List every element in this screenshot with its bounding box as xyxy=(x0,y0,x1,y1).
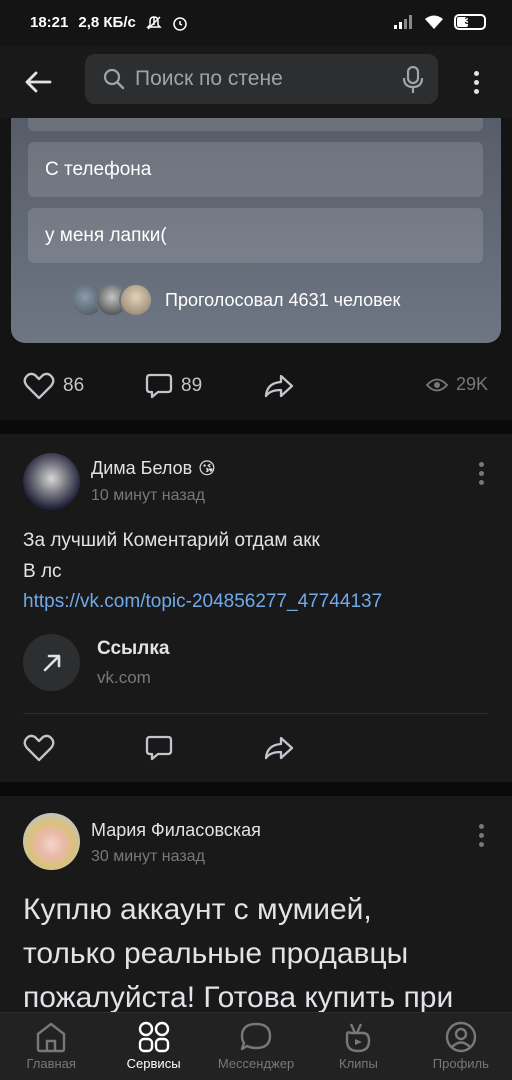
author-avatar[interactable] xyxy=(23,813,80,870)
battery-icon: 39 xyxy=(454,14,486,30)
heart-icon xyxy=(23,372,55,400)
post-card: Мария Филасовская 30 минут назад Куплю а… xyxy=(0,796,512,1014)
home-icon xyxy=(37,1022,66,1053)
share-icon xyxy=(264,736,294,760)
post-time: 30 минут назад xyxy=(91,848,205,865)
post-more-button[interactable] xyxy=(474,824,488,847)
search-field[interactable] xyxy=(85,54,438,104)
search-input[interactable] xyxy=(135,54,385,104)
back-button[interactable] xyxy=(18,62,58,102)
signal-icon xyxy=(394,15,412,29)
share-button[interactable] xyxy=(264,372,294,400)
poll-option[interactable]: С телефона xyxy=(28,142,483,197)
comment-count: 89 xyxy=(181,375,203,396)
clips-icon xyxy=(346,1023,371,1053)
clock: 18:21 xyxy=(30,14,69,31)
comment-button[interactable]: 89 xyxy=(145,372,202,400)
post-actions: 86 89 29K xyxy=(0,358,512,418)
author-avatar[interactable] xyxy=(23,453,80,510)
network-speed: 2,8 КБ/с xyxy=(78,14,136,31)
top-bar xyxy=(0,46,512,118)
like-count: 86 xyxy=(63,375,85,396)
poll-card: С телефона у меня лапки( Проголосовал 46… xyxy=(11,118,501,343)
post-link[interactable]: https://vk.com/topic-204856277_47744137 xyxy=(23,591,382,613)
view-count: 29K xyxy=(455,374,488,394)
post-text: Куплю аккаунт с мумией, только реальные … xyxy=(23,893,454,1014)
status-right: 39 xyxy=(394,14,486,30)
nav-messenger[interactable]: Мессенджер xyxy=(205,1013,307,1080)
status-left: 18:21 2,8 КБ/с xyxy=(30,14,188,31)
battery-level: 39 xyxy=(464,16,476,27)
post-divider xyxy=(0,782,512,796)
post-card: Дима Белов 😘 10 минут назад За лучший Ко… xyxy=(0,434,512,782)
share-icon xyxy=(264,374,294,398)
eye-icon xyxy=(425,378,448,391)
share-button[interactable] xyxy=(264,734,294,762)
status-bar: 18:21 2,8 КБ/с 39 xyxy=(0,0,512,46)
nav-clips[interactable]: Клипы xyxy=(307,1013,409,1080)
author-name[interactable]: Мария Филасовская xyxy=(91,820,261,841)
profile-icon xyxy=(445,1021,477,1053)
avatar xyxy=(119,283,153,317)
like-button[interactable] xyxy=(23,734,55,762)
microphone-icon[interactable] xyxy=(402,66,424,94)
link-attachment[interactable]: Ссылка vk.com xyxy=(23,634,488,704)
nav-services[interactable]: Сервисы xyxy=(102,1013,204,1080)
comment-icon xyxy=(145,735,173,761)
post-more-button[interactable] xyxy=(474,462,488,485)
comment-button[interactable] xyxy=(145,734,173,762)
heart-icon xyxy=(23,734,55,762)
post-time: 10 минут назад xyxy=(91,487,205,504)
arrow-left-icon xyxy=(25,71,52,93)
poll-option[interactable]: у меня лапки( xyxy=(28,208,483,263)
view-counter: 29K xyxy=(425,374,488,395)
author-name[interactable]: Дима Белов 😘 xyxy=(91,458,216,479)
more-menu-button[interactable] xyxy=(458,64,494,100)
silent-icon xyxy=(146,15,162,30)
search-icon xyxy=(103,68,125,90)
like-button[interactable]: 86 xyxy=(23,372,84,400)
wifi-icon xyxy=(425,15,443,29)
messenger-icon xyxy=(240,1022,272,1051)
poll-voters[interactable]: Проголосовал 4631 человек xyxy=(71,283,400,317)
services-grid-icon xyxy=(138,1021,169,1053)
link-arrow-icon xyxy=(23,634,80,691)
nav-profile[interactable]: Профиль xyxy=(410,1013,512,1080)
poll-vote-count: Проголосовал 4631 человек xyxy=(165,289,401,310)
separator xyxy=(23,713,488,714)
voter-avatars xyxy=(71,283,153,317)
nav-label: Главная xyxy=(26,1056,76,1071)
post-divider xyxy=(0,420,512,434)
nav-label: Сервисы xyxy=(126,1056,181,1071)
nav-label: Мессенджер xyxy=(217,1056,295,1071)
bottom-navigation: Главная Сервисы Мессенджер Клипы Профиль xyxy=(0,1012,512,1080)
comment-icon xyxy=(145,373,173,399)
link-title: Ссылка xyxy=(97,638,170,659)
nav-home[interactable]: Главная xyxy=(0,1013,102,1080)
nav-label: Клипы xyxy=(339,1056,378,1071)
post-text: За лучший Коментарий отдам акк В лс xyxy=(23,530,320,582)
kiss-emoji-icon: 😘 xyxy=(198,458,216,478)
alarm-icon xyxy=(173,16,187,31)
poll-option-partial[interactable] xyxy=(28,118,483,131)
nav-label: Профиль xyxy=(432,1056,489,1071)
link-domain: vk.com xyxy=(97,668,151,687)
